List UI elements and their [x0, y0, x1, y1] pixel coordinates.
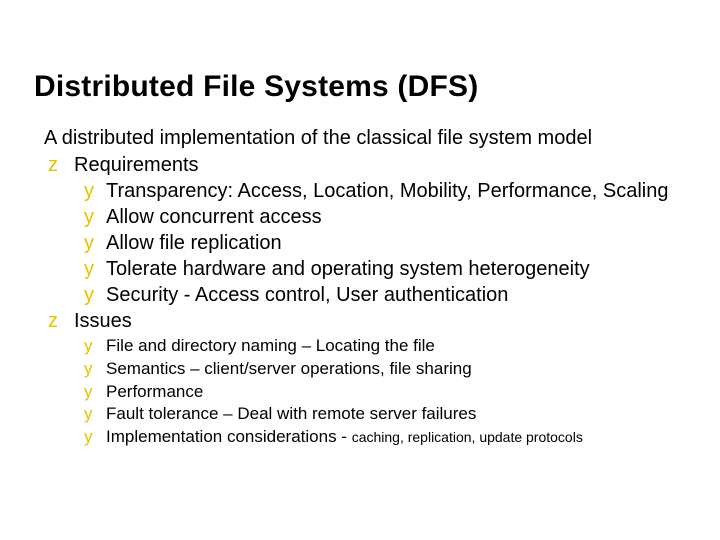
list-item: Fault tolerance – Deal with remote serve…: [74, 403, 686, 425]
intro-text: A distributed implementation of the clas…: [44, 126, 686, 151]
list-item: Implementation considerations - caching,…: [74, 426, 686, 448]
list-item: Tolerate hardware and operating system h…: [74, 257, 686, 282]
requirements-label: Requirements: [74, 154, 199, 176]
issues-item: Issues File and directory naming – Locat…: [34, 309, 686, 448]
issues-label: Issues: [74, 310, 132, 332]
impl-suffix: caching, replication, update protocols: [352, 429, 583, 445]
list-item: File and directory naming – Locating the…: [74, 335, 686, 357]
impl-prefix: Implementation considerations -: [106, 427, 352, 446]
slide: Distributed File Systems (DFS) A distrib…: [0, 0, 720, 448]
list-item: Allow file replication: [74, 231, 686, 256]
list-item: Transparency: Access, Location, Mobility…: [74, 179, 686, 204]
requirements-item: Requirements Transparency: Access, Locat…: [34, 153, 686, 308]
slide-title: Distributed File Systems (DFS): [34, 70, 686, 104]
list-item: Allow concurrent access: [74, 205, 686, 230]
issues-sublist: File and directory naming – Locating the…: [74, 335, 686, 448]
list-item: Security - Access control, User authenti…: [74, 283, 686, 308]
requirements-sublist: Transparency: Access, Location, Mobility…: [74, 179, 686, 308]
list-item: Performance: [74, 381, 686, 403]
top-list: Requirements Transparency: Access, Locat…: [34, 153, 686, 448]
list-item: Semantics – client/server operations, fi…: [74, 358, 686, 380]
